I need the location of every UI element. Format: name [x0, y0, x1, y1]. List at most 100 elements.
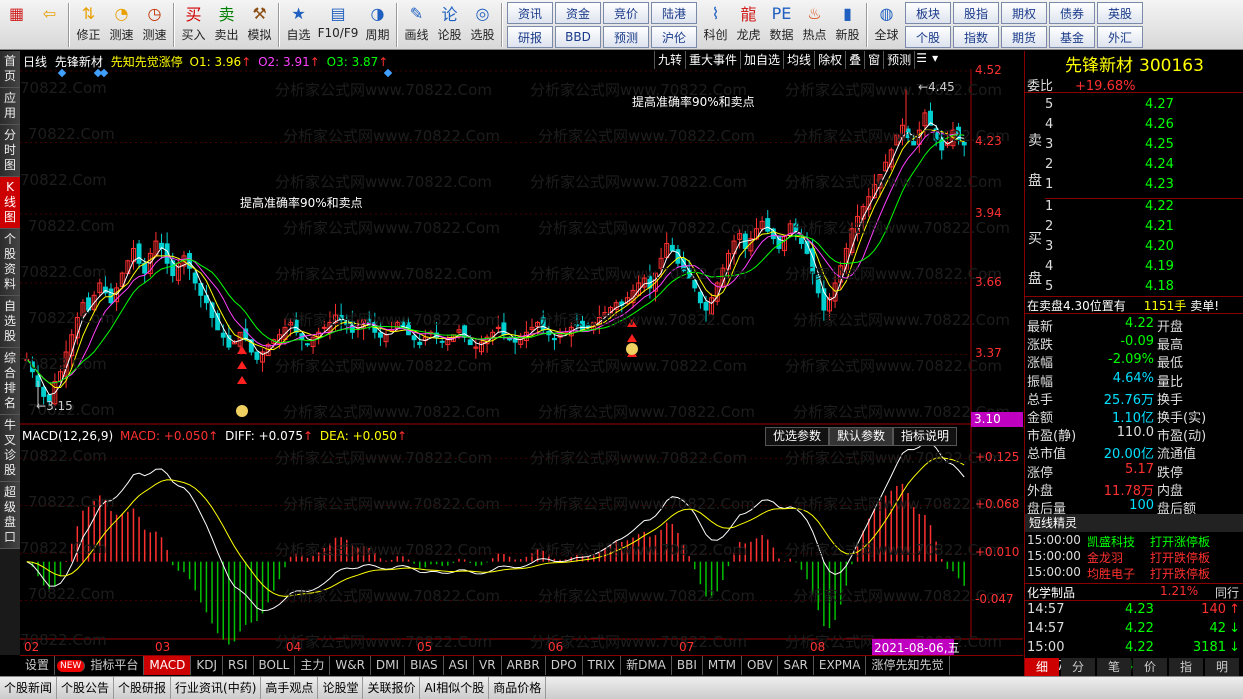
- detail-tab-3[interactable]: 价: [1133, 658, 1167, 677]
- indicator-tab-2[interactable]: 指标平台: [85, 656, 145, 675]
- left-tab-4[interactable]: 个股资料: [0, 229, 20, 296]
- buy-level-1[interactable]: 1 4.22: [1045, 199, 1243, 217]
- toolbar-button-2[interactable]: ⇅ 修正: [72, 0, 105, 48]
- grid-button-预测[interactable]: 预测: [603, 26, 649, 48]
- grid-button-指数[interactable]: 指数: [953, 26, 999, 48]
- indicator-tab-0[interactable]: 设置: [20, 656, 56, 675]
- indicator-tab-20[interactable]: SAR: [778, 656, 814, 675]
- grid-button-期货[interactable]: 期货: [1001, 26, 1047, 48]
- buy-level-5[interactable]: 5 4.18: [1045, 279, 1243, 297]
- detail-tab-2[interactable]: 笔: [1097, 658, 1131, 677]
- grid-button-债券[interactable]: 债券: [1049, 2, 1095, 24]
- macd-button-1[interactable]: 默认参数: [829, 427, 894, 446]
- toolbar-button-1[interactable]: ⇦: [33, 0, 66, 48]
- buy-level-3[interactable]: 3 4.20: [1045, 239, 1243, 257]
- indicator-tab-7[interactable]: 主力: [295, 656, 331, 675]
- chart-tool-7[interactable]: 预测: [883, 51, 914, 69]
- grid-button-竞价[interactable]: 竞价: [603, 2, 649, 24]
- grid-button-英股[interactable]: 英股: [1097, 2, 1143, 24]
- status-link-0[interactable]: 个股新闻: [0, 677, 58, 699]
- detail-tab-5[interactable]: 明: [1205, 658, 1239, 677]
- chart-tool-5[interactable]: 叠: [845, 51, 864, 69]
- toolbar-button-3[interactable]: ◔ 测速: [105, 0, 138, 48]
- indicator-tab-22[interactable]: 涨停先知先觉: [866, 656, 950, 675]
- toolbar-button-9[interactable]: ▤ F10/F9: [315, 0, 361, 48]
- chart-tool-4[interactable]: 除权: [814, 51, 845, 69]
- kline-chart-svg[interactable]: [20, 51, 1023, 655]
- grid-button-陆港[interactable]: 陆港: [651, 2, 697, 24]
- toolbar-button-12[interactable]: 论论股: [433, 0, 466, 48]
- indicator-tab-4[interactable]: KDJ: [191, 656, 223, 675]
- toolbar-button-10[interactable]: ◑ 周期: [361, 0, 394, 48]
- detail-tab-4[interactable]: 指: [1169, 658, 1203, 677]
- buy-level-4[interactable]: 4 4.19: [1045, 259, 1243, 277]
- grid-button-资金[interactable]: 资金: [555, 2, 601, 24]
- indicator-tab-11[interactable]: ASI: [444, 656, 475, 675]
- grid-button-资讯[interactable]: 资讯: [507, 2, 553, 24]
- indicator-tab-19[interactable]: OBV: [742, 656, 779, 675]
- left-tab-1[interactable]: 应用: [0, 88, 20, 125]
- toolbar-button-4[interactable]: ◷ 测速: [138, 0, 171, 48]
- toolbar2-button-5[interactable]: ◍ 全球: [870, 0, 903, 48]
- chart-tool-2[interactable]: 加自选: [740, 51, 783, 69]
- sell-level-1[interactable]: 1 4.23: [1045, 177, 1243, 195]
- status-link-1[interactable]: 个股公告: [57, 677, 115, 699]
- macd-button-2[interactable]: 指标说明: [893, 427, 958, 446]
- indicator-tab-5[interactable]: RSI: [223, 656, 254, 675]
- indicator-tab-21[interactable]: EXPMA: [814, 656, 867, 675]
- chart-tool-6[interactable]: 窗: [864, 51, 883, 69]
- grid-button-板块[interactable]: 板块: [905, 2, 951, 24]
- toolbar-button-0[interactable]: ▦: [0, 0, 33, 48]
- toolbar2-button-3[interactable]: ♨ 热点: [798, 0, 831, 48]
- toolbar2-button-1[interactable]: 龍龙虎: [732, 0, 765, 48]
- chart-dropdown-icon[interactable]: ▾: [928, 51, 942, 69]
- indicator-tab-17[interactable]: BBI: [672, 656, 703, 675]
- left-tab-8[interactable]: 超级盘口: [0, 482, 20, 549]
- grid-button-沪伦[interactable]: 沪伦: [651, 26, 697, 48]
- buy-level-2[interactable]: 2 4.21: [1045, 219, 1243, 237]
- status-link-2[interactable]: 个股研报: [114, 677, 172, 699]
- kline-chart-pane[interactable]: 70822.Com 分析家公式网www.70822.Com 分析家公式网www.70…: [20, 51, 1023, 655]
- chart-tool-3[interactable]: 均线: [783, 51, 814, 69]
- indicator-tab-8[interactable]: W&R: [330, 656, 371, 675]
- toolbar-button-5[interactable]: 买买入: [177, 0, 210, 48]
- indicator-tab-16[interactable]: 新DMA: [621, 656, 672, 675]
- chart-close-icon[interactable]: ☰: [914, 51, 928, 69]
- left-tab-6[interactable]: 综合排名: [0, 348, 20, 415]
- indicator-tab-12[interactable]: VR: [474, 656, 502, 675]
- grid-button-基金[interactable]: 基金: [1049, 26, 1095, 48]
- left-tab-2[interactable]: 分时图: [0, 125, 20, 177]
- toolbar2-button-4[interactable]: ▮ 新股: [831, 0, 864, 48]
- indicator-tab-13[interactable]: ARBR: [502, 656, 546, 675]
- indicator-tab-6[interactable]: BOLL: [254, 656, 296, 675]
- indicator-tab-14[interactable]: DPO: [546, 656, 583, 675]
- short-event-2[interactable]: 15:00:00 均胜电子 打开跌停板: [1025, 565, 1243, 583]
- indicator-tab-18[interactable]: MTM: [703, 656, 742, 675]
- grid-button-股指[interactable]: 股指: [953, 2, 999, 24]
- sell-level-2[interactable]: 2 4.24: [1045, 157, 1243, 175]
- toolbar2-button-2[interactable]: PE 数据: [765, 0, 798, 48]
- status-link-6[interactable]: 关联报价: [363, 677, 421, 699]
- left-tab-3[interactable]: K线图: [0, 177, 20, 229]
- chart-tool-0[interactable]: 九转: [654, 51, 685, 69]
- sell-level-4[interactable]: 4 4.26: [1045, 117, 1243, 135]
- grid-button-个股[interactable]: 个股: [905, 26, 951, 48]
- detail-tab-1[interactable]: 分: [1061, 658, 1095, 677]
- toolbar2-button-0[interactable]: ⌇ 科创: [699, 0, 732, 48]
- status-link-4[interactable]: 高手观点: [261, 677, 319, 699]
- macd-button-0[interactable]: 优选参数: [765, 427, 830, 446]
- indicator-tab-3[interactable]: MACD: [144, 656, 192, 675]
- indicator-tab-10[interactable]: BIAS: [405, 656, 444, 675]
- status-link-7[interactable]: AI相似个股: [420, 677, 490, 699]
- left-tab-5[interactable]: 自选股: [0, 296, 20, 348]
- grid-button-研报[interactable]: 研报: [507, 26, 553, 48]
- toolbar-button-7[interactable]: ⚒ 模拟: [243, 0, 276, 48]
- status-link-3[interactable]: 行业资讯(中药): [171, 677, 262, 699]
- sell-level-5[interactable]: 5 4.27: [1045, 97, 1243, 115]
- left-tab-0[interactable]: 首页: [0, 51, 20, 88]
- status-link-5[interactable]: 论股堂: [318, 677, 364, 699]
- toolbar-button-6[interactable]: 卖卖出: [210, 0, 243, 48]
- left-tab-7[interactable]: 牛叉诊股: [0, 415, 20, 482]
- grid-button-BBD[interactable]: BBD: [555, 26, 601, 48]
- indicator-tab-9[interactable]: DMI: [371, 656, 406, 675]
